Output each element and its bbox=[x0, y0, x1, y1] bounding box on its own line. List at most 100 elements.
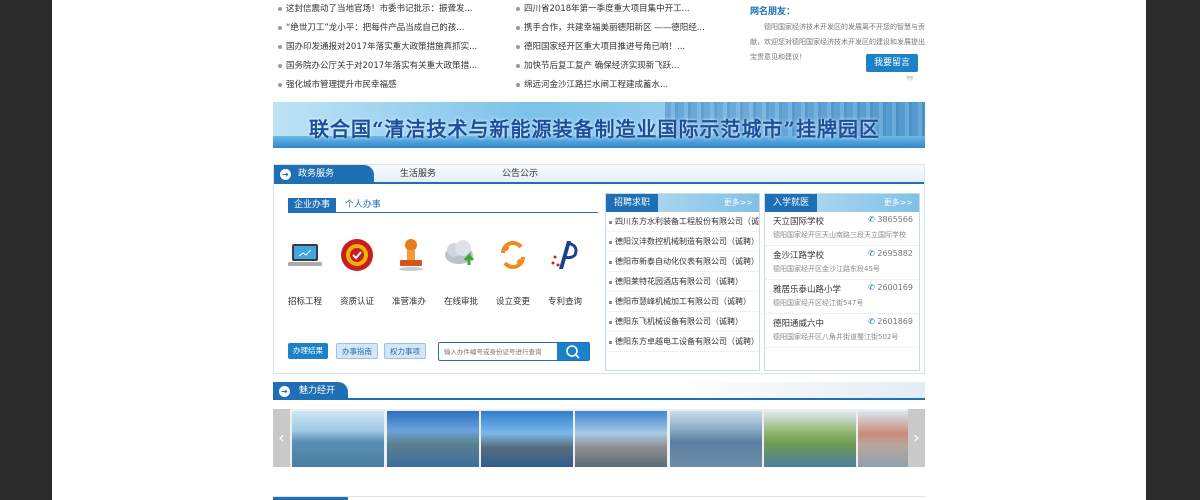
gallery-photo[interactable] bbox=[292, 411, 384, 467]
next-section-header bbox=[273, 496, 925, 500]
jobs-more-link[interactable]: 更多>> bbox=[724, 194, 753, 212]
promo-banner[interactable]: 联合国“清洁技术与新能源装备制造业国际示范城市”挂牌园区 bbox=[273, 102, 925, 148]
service-license[interactable]: 准营准办 bbox=[384, 235, 434, 307]
school-item[interactable]: 天立国际学校 3865566 德阳国家经开区天山南路三段天立国际学校 bbox=[765, 212, 919, 246]
search-button[interactable] bbox=[557, 343, 589, 360]
service-label: 准营准办 bbox=[391, 297, 426, 307]
banner-text: 联合国“清洁技术与新能源装备制造业国际示范城市”挂牌园区 bbox=[309, 117, 881, 141]
gallery-photo[interactable] bbox=[481, 411, 573, 467]
service-tabs: ➔ 政务服务 生活服务 公告公示 bbox=[274, 165, 924, 184]
gallery-photo[interactable] bbox=[575, 411, 667, 467]
news-item[interactable]: 德阳国家经开区重大项目推进号角已响！... bbox=[514, 39, 744, 58]
case-search bbox=[438, 342, 590, 361]
news-list-right: 四川省2018年第一季度重大项目集中开工... 携手合作，共建幸福美丽德阳新区 … bbox=[514, 1, 744, 96]
jobs-panel: 招聘求职 更多>> 四川东方水利装备工程股份有限公司（诚聘） 德阳汉沣数控机械制… bbox=[605, 193, 760, 371]
school-item[interactable]: 德阳通威六中 2601869 德阳国家经开区八角井街道蜀江街502号 bbox=[765, 314, 919, 348]
tab-label: 政务服务 bbox=[298, 169, 335, 179]
result-button[interactable]: 办理结果 bbox=[288, 343, 328, 359]
gallery-photo[interactable] bbox=[764, 411, 856, 467]
message-title: 网名朋友： bbox=[750, 7, 796, 17]
service-label: 设立变更 bbox=[495, 297, 530, 307]
gallery-photo[interactable] bbox=[387, 411, 479, 467]
quote-icon: ❞ bbox=[906, 74, 915, 90]
jobs-list: 四川东方水利装备工程股份有限公司（诚聘） 德阳汉沣数控机械制造有限公司（诚聘） … bbox=[606, 212, 759, 352]
service-label: 专利查询 bbox=[547, 297, 582, 307]
news-item[interactable]: 加快节后复工复产 确保经济实现新飞跃... bbox=[514, 58, 744, 77]
subtabs: 企业办事 个人办事 bbox=[288, 198, 598, 213]
service-label: 资质认证 bbox=[339, 297, 374, 307]
gallery-next-button[interactable]: › bbox=[908, 409, 925, 467]
page: 这封信震动了当地官场！市委书记批示：振聋发... “绝世刀工”龙小平：把每件产品… bbox=[52, 0, 1146, 500]
tab-announcements[interactable]: 公告公示 bbox=[502, 165, 538, 184]
job-item[interactable]: 德阳东方卓越电工设备有限公司（诚聘） bbox=[606, 332, 759, 352]
service-qualification[interactable]: 资质认证 bbox=[332, 235, 382, 307]
school-name: 金沙江路学校 bbox=[773, 251, 825, 261]
arrow-circle-icon: ➔ bbox=[279, 386, 290, 397]
schools-panel: 入学就医 更多>> 天立国际学校 3865566 德阳国家经开区天山南路三段天立… bbox=[764, 193, 920, 371]
news-item[interactable]: 四川省2018年第一季度重大项目集中开工... bbox=[514, 1, 744, 20]
certificate-seal-icon bbox=[337, 235, 377, 275]
news-list-left: 这封信震动了当地官场！市委书记批示：振聋发... “绝世刀工”龙小平：把每件产品… bbox=[276, 1, 506, 96]
job-item[interactable]: 德阳市慧峰机械加工有限公司（诚聘） bbox=[606, 292, 759, 312]
school-item[interactable]: 雅居乐泰山路小学 2600169 德阳国家经开区经江街547号 bbox=[765, 280, 919, 314]
news-item[interactable]: 国办印发通报对2017年落实重大政策措施真抓实... bbox=[276, 39, 506, 58]
charm-section-header: ➔ 魅力经开 bbox=[273, 382, 925, 400]
power-items-button[interactable]: 权力事项 bbox=[384, 343, 426, 359]
news-item[interactable]: 这封信震动了当地官场！市委书记批示：振聋发... bbox=[276, 1, 506, 20]
cloud-upload-icon bbox=[441, 235, 481, 275]
school-address: 德阳国家经开区经江街547号 bbox=[773, 299, 864, 307]
service-label: 招标工程 bbox=[287, 297, 322, 307]
subtab-personal[interactable]: 个人办事 bbox=[339, 198, 387, 212]
jobs-title: 招聘求职 bbox=[606, 194, 659, 212]
service-online-approval[interactable]: 在线审批 bbox=[436, 235, 486, 307]
service-patent[interactable]: 专利查询 bbox=[540, 235, 590, 307]
news-item[interactable]: 国务院办公厅关于对2017年落实有关重大政策措... bbox=[276, 58, 506, 77]
gallery-prev-button[interactable]: ‹ bbox=[273, 409, 290, 467]
gallery-photo[interactable] bbox=[670, 411, 762, 467]
service-registration[interactable]: 设立变更 bbox=[488, 235, 538, 307]
school-phone: 2601869 bbox=[868, 317, 913, 326]
laptop-icon bbox=[285, 235, 325, 275]
service-bidding[interactable]: 招标工程 bbox=[280, 235, 330, 307]
job-item[interactable]: 德阳莱特花园酒店有限公司（诚聘） bbox=[606, 272, 759, 292]
subtab-enterprise[interactable]: 企业办事 bbox=[288, 198, 337, 212]
school-phone: 3865566 bbox=[868, 215, 913, 224]
arrow-circle-icon: ➔ bbox=[280, 169, 291, 180]
charm-title-tab: ➔ 魅力经开 bbox=[273, 382, 348, 400]
job-item[interactable]: 德阳东飞机械设备有限公司（诚聘） bbox=[606, 312, 759, 332]
schools-title: 入学就医 bbox=[765, 194, 818, 212]
news-item[interactable]: 强化城市管理提升市民幸福感 bbox=[276, 77, 506, 96]
schools-more-link[interactable]: 更多>> bbox=[884, 194, 913, 212]
cycle-arrows-icon bbox=[493, 235, 533, 275]
jobs-panel-header: 招聘求职 更多>> bbox=[606, 194, 759, 212]
case-search-input[interactable] bbox=[439, 343, 557, 360]
job-item[interactable]: 德阳汉沣数控机械制造有限公司（诚聘） bbox=[606, 232, 759, 252]
search-icon bbox=[566, 345, 580, 359]
service-label: 在线审批 bbox=[443, 297, 478, 307]
tab-gov-services[interactable]: ➔ 政务服务 bbox=[274, 165, 374, 184]
school-name: 天立国际学校 bbox=[773, 217, 825, 227]
school-item[interactable]: 金沙江路学校 2695882 德阳国家经开区金沙江路东段45号 bbox=[765, 246, 919, 280]
photo-gallery: ‹ › bbox=[273, 409, 925, 467]
school-address: 德阳国家经开区天山南路三段天立国际学校 bbox=[773, 231, 906, 239]
news-item[interactable]: “绝世刀工”龙小平：把每件产品当成自己的孩... bbox=[276, 20, 506, 39]
tab-life-services[interactable]: 生活服务 bbox=[400, 165, 436, 184]
gallery-photo[interactable] bbox=[858, 411, 908, 467]
patent-icon bbox=[545, 235, 585, 275]
job-item[interactable]: 四川东方水利装备工程股份有限公司（诚聘） bbox=[606, 212, 759, 232]
news-item[interactable]: 绵远河金沙江路拦水闸工程建成蓄水... bbox=[514, 77, 744, 96]
schools-panel-header: 入学就医 更多>> bbox=[765, 194, 919, 212]
school-phone: 2695882 bbox=[868, 249, 913, 258]
school-name: 德阳通威六中 bbox=[773, 319, 825, 329]
job-item[interactable]: 德阳市新泰自动化仪表有限公司（诚聘） bbox=[606, 252, 759, 272]
leave-message-button[interactable]: 我要留言 bbox=[866, 54, 918, 72]
guide-button[interactable]: 办事指南 bbox=[336, 343, 378, 359]
school-address: 德阳国家经开区金沙江路东段45号 bbox=[773, 265, 880, 273]
stamp-icon bbox=[389, 235, 429, 275]
school-phone: 2600169 bbox=[868, 283, 913, 292]
school-name: 雅居乐泰山路小学 bbox=[773, 285, 842, 295]
school-address: 德阳国家经开区八角井街道蜀江街502号 bbox=[773, 333, 899, 341]
gov-services-section: ➔ 政务服务 生活服务 公告公示 企业办事 个人办事 招标工程 资质认证 准营准… bbox=[273, 164, 925, 374]
news-item[interactable]: 携手合作，共建幸福美丽德阳新区 ——德阳经... bbox=[514, 20, 744, 39]
message-box: 网名朋友： 德阳国家经济技术开发区的发展离不开您的智慧与贡献，欢迎您对德阳国家经… bbox=[750, 4, 926, 90]
